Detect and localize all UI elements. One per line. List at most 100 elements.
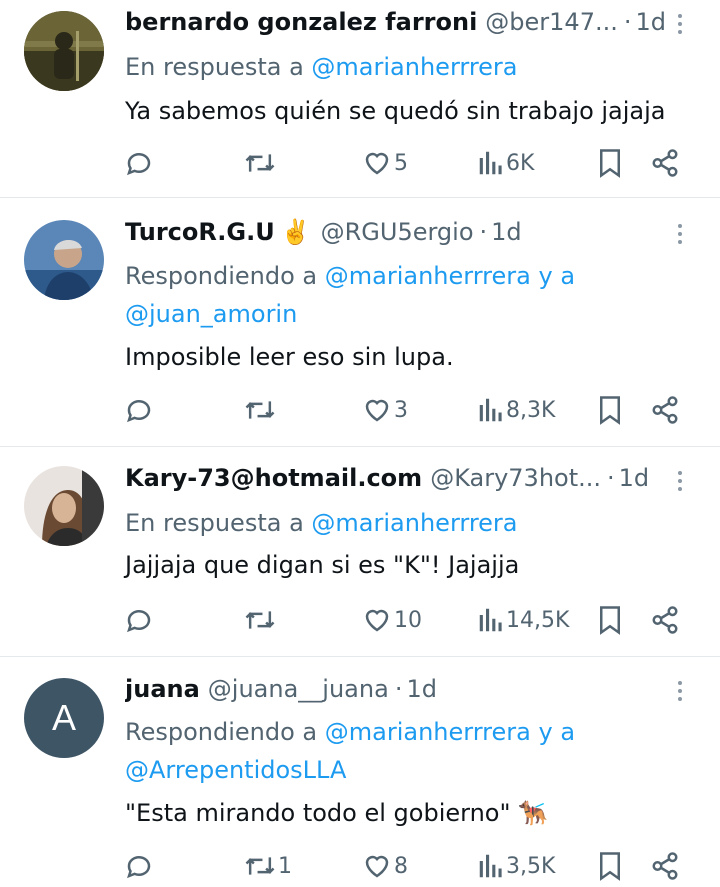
tweet-text: Ya sabemos quién se quedó sin trabajo ja…	[125, 97, 666, 125]
like-count: 5	[394, 150, 408, 176]
like-button[interactable]: 3	[362, 390, 408, 430]
reply-context: Respondiendo a @marianherrrera y a @Arre…	[125, 713, 700, 789]
mention-link[interactable]: @marianherrrera y a	[325, 718, 575, 746]
mention-link[interactable]: @marianherrrera	[311, 509, 517, 537]
reply-context: En respuesta a @marianherrrera	[125, 48, 700, 86]
views-button[interactable]: 6K	[478, 143, 534, 183]
reply-button[interactable]	[124, 390, 156, 430]
heart-icon	[365, 152, 389, 175]
views-count: 3,5K	[506, 853, 556, 879]
mention-link[interactable]: @marianherrrera y a	[325, 262, 575, 290]
views-chart-icon	[479, 854, 502, 878]
user-handle[interactable]: @Kary73hot...	[430, 464, 601, 492]
mention-link[interactable]: @juan_amorin	[125, 295, 700, 333]
tweet-text-container: "Esta mirando todo el gobierno" 🐕‍🦺	[125, 796, 700, 830]
tweet-4[interactable]: A juana @juana__juana · 1d Respondiendo …	[0, 657, 720, 887]
separator-dot: ·	[623, 8, 632, 36]
retweet-button[interactable]	[244, 600, 278, 640]
bookmark-icon	[600, 606, 620, 635]
views-button[interactable]: 8,3K	[478, 390, 555, 430]
share-button[interactable]	[650, 846, 680, 886]
victory-hand-emoji: ✌️	[280, 218, 311, 246]
avatar[interactable]	[24, 220, 104, 300]
reply-prefix: En respuesta a	[125, 53, 312, 81]
share-button[interactable]	[650, 390, 680, 430]
bookmark-button[interactable]	[596, 846, 624, 886]
reply-icon	[127, 610, 151, 633]
reply-icon	[127, 856, 151, 879]
display-name[interactable]: bernardo gonzalez farroni	[125, 8, 477, 36]
more-options-icon[interactable]	[676, 467, 684, 495]
tweet-actions: 3 8,3K	[0, 390, 720, 430]
retweet-button[interactable]: 1	[244, 846, 292, 886]
share-button[interactable]	[650, 600, 680, 640]
share-icon	[652, 396, 678, 424]
timestamp[interactable]: 1d	[406, 675, 437, 703]
reply-context: En respuesta a @marianherrrera	[125, 504, 700, 542]
tweet-actions: 10 14,5K	[0, 600, 720, 640]
more-options-icon[interactable]	[676, 677, 684, 705]
like-button[interactable]: 8	[362, 846, 408, 886]
display-name[interactable]: TurcoR.G.U	[125, 218, 275, 246]
tweet-3[interactable]: Kary-73@hotmail.com @Kary73hot... · 1d E…	[0, 447, 720, 655]
retweet-icon	[245, 857, 275, 875]
avatar[interactable]	[24, 11, 104, 91]
display-name[interactable]: juana	[125, 675, 200, 703]
user-handle[interactable]: @juana__juana	[208, 675, 389, 703]
views-count: 6K	[506, 150, 535, 176]
bookmark-button[interactable]	[596, 600, 624, 640]
reply-prefix: En respuesta a	[125, 509, 312, 537]
retweet-button[interactable]	[244, 143, 278, 183]
retweet-icon	[245, 611, 275, 629]
retweet-count: 1	[278, 853, 292, 879]
user-handle[interactable]: @RGU5ergio	[321, 218, 474, 246]
heart-icon	[365, 609, 389, 632]
share-button[interactable]	[650, 143, 680, 183]
reply-prefix: Respondiendo a	[125, 262, 325, 290]
reply-context: Respondiendo a @marianherrrera y a @juan…	[125, 257, 700, 333]
tweet-actions: 5 6K	[0, 143, 720, 183]
reply-button[interactable]	[124, 143, 156, 183]
like-button[interactable]: 5	[362, 143, 408, 183]
heart-icon	[365, 399, 389, 422]
views-button[interactable]: 14,5K	[478, 600, 569, 640]
timestamp[interactable]: 1d	[619, 464, 650, 492]
reply-icon	[127, 400, 151, 423]
retweet-button[interactable]	[244, 390, 278, 430]
bookmark-button[interactable]	[596, 143, 624, 183]
mention-link[interactable]: @marianherrrera	[311, 53, 517, 81]
bookmark-icon	[600, 396, 620, 425]
tweet-1[interactable]: bernardo gonzalez farroni @ber147... · 1…	[0, 0, 720, 196]
user-handle[interactable]: @ber147...	[485, 8, 618, 36]
like-button[interactable]: 10	[362, 600, 422, 640]
mention-link[interactable]: @ArrepentidosLLA	[125, 751, 700, 789]
avatar-letter: A	[51, 697, 76, 738]
tweet-text: "Esta mirando todo el gobierno"	[125, 799, 511, 827]
bookmark-icon	[600, 149, 620, 178]
tweet-actions: 1 8 3,5K	[0, 846, 720, 886]
reply-button[interactable]	[124, 846, 156, 886]
like-count: 3	[394, 397, 408, 423]
views-count: 8,3K	[506, 397, 556, 423]
tweet-2[interactable]: TurcoR.G.U ✌️ @RGU5ergio · 1d Respondien…	[0, 198, 720, 445]
reply-icon	[127, 153, 151, 176]
avatar[interactable]: A	[24, 678, 104, 758]
bookmark-button[interactable]	[596, 390, 624, 430]
share-icon	[652, 852, 678, 880]
service-dog-emoji: 🐕‍🦺	[518, 799, 549, 827]
separator-dot: ·	[394, 675, 403, 703]
heart-icon	[365, 855, 389, 878]
timestamp[interactable]: 1d	[491, 218, 522, 246]
timestamp[interactable]: 1d	[635, 8, 666, 36]
more-options-icon[interactable]	[676, 220, 684, 248]
display-name[interactable]: Kary-73@hotmail.com	[125, 464, 422, 492]
views-chart-icon	[479, 151, 502, 175]
separator-dot: ·	[607, 464, 615, 492]
reply-button[interactable]	[124, 600, 156, 640]
views-button[interactable]: 3,5K	[478, 846, 555, 886]
like-count: 10	[394, 607, 422, 633]
bookmark-icon	[600, 852, 620, 881]
separator-dot: ·	[479, 218, 488, 246]
avatar[interactable]	[24, 466, 104, 546]
more-options-icon[interactable]	[676, 10, 684, 38]
